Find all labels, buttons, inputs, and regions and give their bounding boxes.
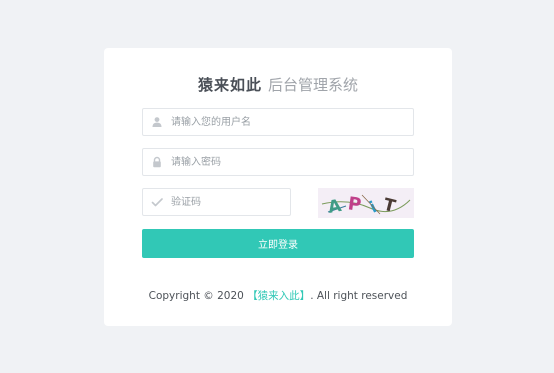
password-field[interactable] [142, 148, 414, 176]
username-field[interactable] [142, 108, 414, 136]
password-input[interactable] [171, 149, 407, 175]
captcha-input[interactable] [171, 189, 284, 215]
captcha-image[interactable]: A P i T [318, 188, 414, 218]
check-icon [151, 198, 163, 207]
captcha-graphic: A P i T [321, 193, 411, 218]
captcha-char: T [381, 195, 397, 217]
login-button[interactable]: 立即登录 [142, 229, 414, 258]
captcha-field[interactable] [142, 188, 291, 216]
login-card: 猿来如此后台管理系统 A P i T 立即登录 [104, 48, 452, 326]
captcha-char: P [347, 193, 363, 216]
copyright-text: Copyright © 2020 [148, 290, 244, 302]
page-title: 猿来如此 后台管理系统 [104, 74, 452, 96]
system-subtitle: 后台管理系统 [268, 76, 359, 94]
user-icon [152, 117, 162, 127]
brand-logo-text: 猿来如此 [197, 76, 262, 94]
rights-text: . All right reserved [310, 290, 408, 302]
footer-link[interactable]: 【猿来入此】 [247, 290, 310, 302]
username-input[interactable] [171, 109, 407, 135]
copyright-footer: Copyright © 2020 【猿来入此】. All right reser… [104, 288, 452, 303]
captcha-char: A [327, 196, 344, 218]
lock-icon [153, 156, 161, 168]
